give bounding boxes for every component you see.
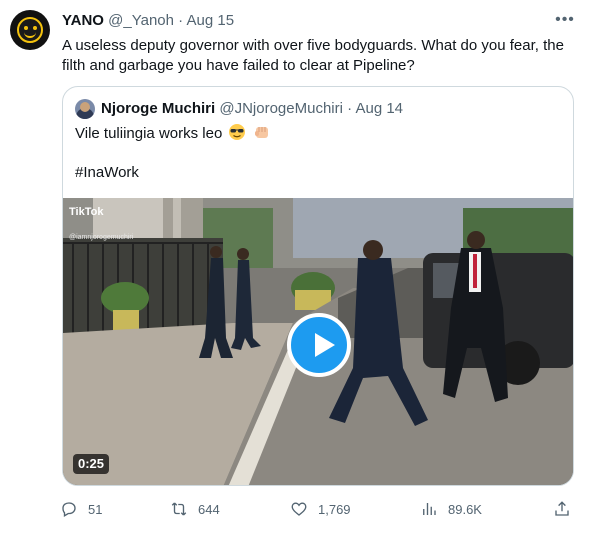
tiktok-watermark-handle: @iamnjorogemuchiri xyxy=(69,234,134,241)
repost-count: 644 xyxy=(198,501,220,517)
views-button[interactable]: 89.6K xyxy=(420,498,482,520)
like-button[interactable]: 1,769 xyxy=(290,498,351,520)
tiktok-watermark: TikTok xyxy=(69,206,104,218)
share-icon xyxy=(555,501,569,516)
video-player[interactable]: TikTok @iamnjorogemuchiri 0:25 xyxy=(63,198,573,485)
more-icon[interactable]: ••• xyxy=(554,10,576,30)
quoted-date[interactable]: Aug 14 xyxy=(355,100,403,117)
quoted-author-name[interactable]: Njoroge Muchiri xyxy=(101,100,215,117)
sunglasses-emoji-icon xyxy=(228,123,246,147)
quoted-text: Vile tuliingia works leo xyxy=(75,125,223,142)
tweet-text: A useless deputy governor with over five… xyxy=(62,37,564,74)
author-name[interactable]: YANO xyxy=(62,12,104,29)
separator-dot: · xyxy=(347,100,353,117)
views-icon xyxy=(423,503,436,515)
separator-dot: · xyxy=(178,12,184,29)
fist-emoji-icon xyxy=(253,123,271,147)
smiley-avatar-image xyxy=(17,17,43,43)
view-count: 89.6K xyxy=(448,501,482,517)
tweet-date[interactable]: Aug 15 xyxy=(187,12,235,29)
tweet-actions: 51 644 1,769 89.6K xyxy=(60,498,580,520)
author-handle[interactable]: @_Yanoh xyxy=(108,12,174,29)
quoted-author-avatar[interactable] xyxy=(75,99,95,119)
like-icon xyxy=(291,502,307,516)
quoted-tweet[interactable]: Njoroge Muchiri @JNjorogeMuchiri · Aug 1… xyxy=(62,86,574,486)
quoted-text-line: Vile tuliingia works leo xyxy=(75,123,271,147)
quoted-hashtag[interactable]: #InaWork xyxy=(75,163,139,183)
reply-icon xyxy=(62,502,76,517)
like-count: 1,769 xyxy=(318,501,351,517)
quoted-header: Njoroge Muchiri @JNjorogeMuchiri · Aug 1… xyxy=(101,99,403,119)
reply-button[interactable]: 51 xyxy=(60,498,102,520)
share-button[interactable] xyxy=(553,498,571,520)
quoted-author-handle[interactable]: @JNjorogeMuchiri xyxy=(219,100,343,117)
reply-count: 51 xyxy=(88,501,103,517)
video-duration: 0:25 xyxy=(73,454,110,474)
repost-icon xyxy=(171,502,187,516)
tweet-header: YANO @_Yanoh · Aug 15 xyxy=(62,12,234,30)
play-icon[interactable] xyxy=(287,313,351,377)
repost-button[interactable]: 644 xyxy=(170,498,220,520)
author-avatar[interactable] xyxy=(10,10,50,50)
